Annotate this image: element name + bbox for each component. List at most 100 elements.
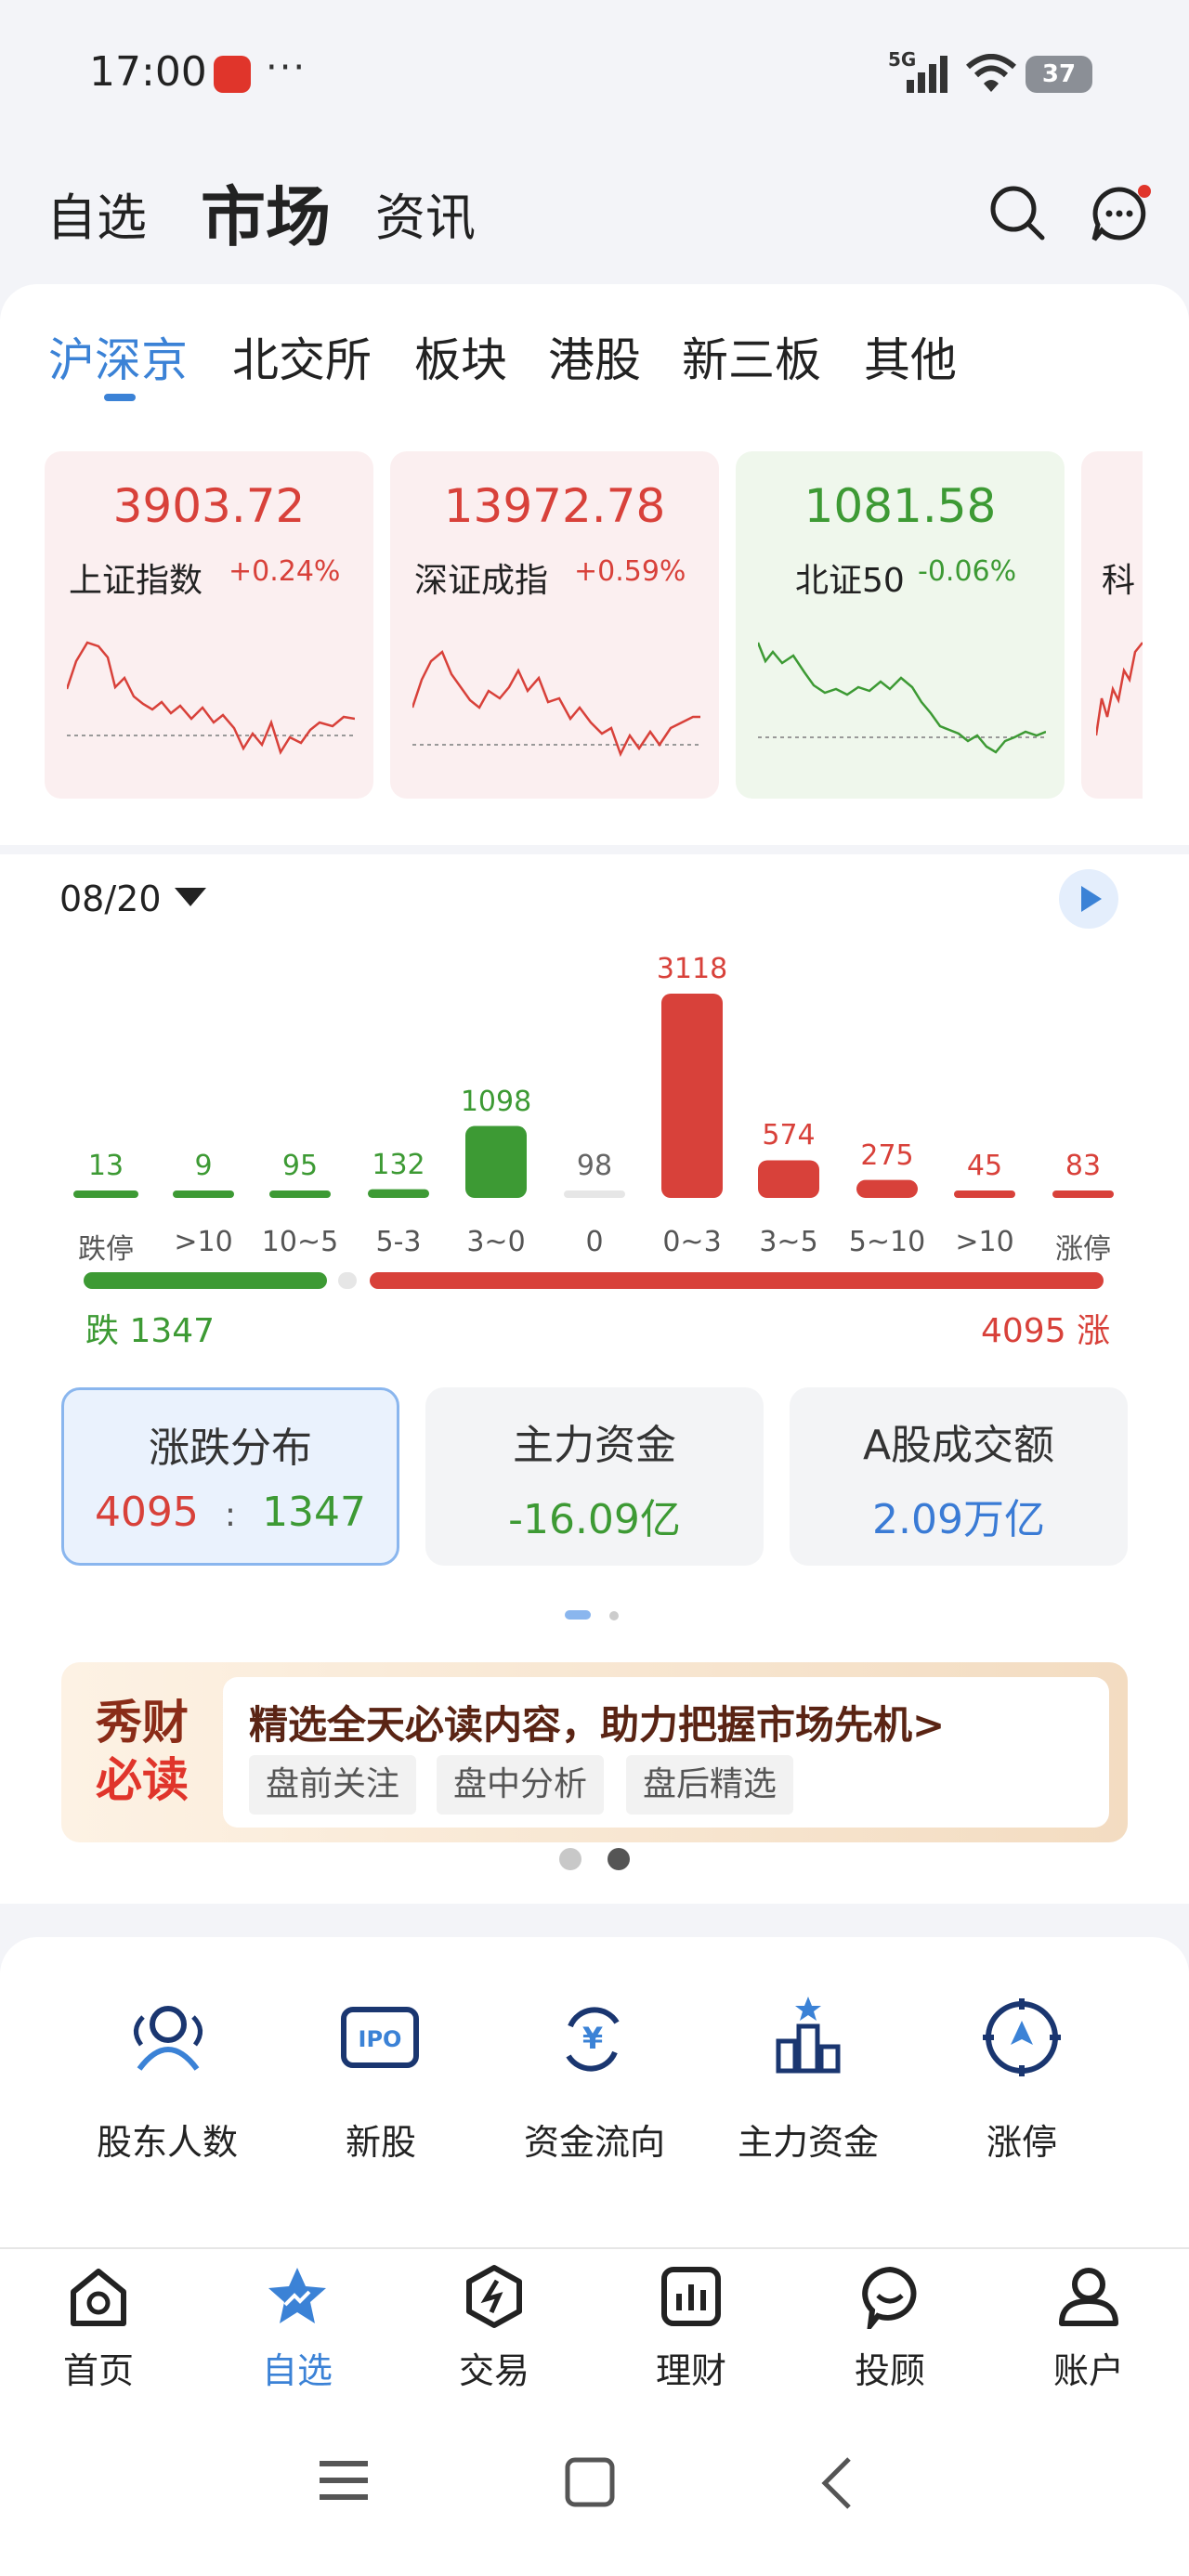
chip-postmarket[interactable]: 盘后精选 xyxy=(626,1755,794,1815)
nav-advisor[interactable]: 投顾 xyxy=(816,2264,964,2393)
bar-category-label: 跌停 xyxy=(78,1233,134,1266)
index-value: 1081.58 xyxy=(804,479,997,533)
wifi-icon xyxy=(966,54,1016,92)
index-card-sz[interactable]: 13972.78 深证成指 +0.59% xyxy=(390,451,719,799)
nav-label: 交易 xyxy=(458,2350,529,2391)
distribution-bar xyxy=(954,1190,1015,1198)
nav-label: 投顾 xyxy=(854,2350,925,2391)
distribution-bar xyxy=(856,1179,918,1198)
index-card-sh[interactable]: 3903.72 上证指数 +0.24% xyxy=(45,451,373,799)
index-change: +0.24% xyxy=(229,555,341,588)
nav-label: 账户 xyxy=(1052,2350,1124,2391)
down-label: 跌 xyxy=(85,1312,120,1350)
distribution-bar xyxy=(465,1125,527,1198)
message-icon[interactable] xyxy=(1087,182,1154,247)
tool-label-ipo[interactable]: 新股 xyxy=(274,2114,488,2165)
down-total: 1347 xyxy=(262,1489,367,1536)
play-icon[interactable] xyxy=(1059,869,1118,929)
nav-watchlist[interactable]: 自选 xyxy=(223,2264,372,2393)
nav-trade[interactable]: 交易 xyxy=(420,2264,568,2393)
chip-premarket[interactable]: 盘前关注 xyxy=(249,1755,417,1815)
distribution-bar xyxy=(269,1190,331,1198)
home-square-icon[interactable] xyxy=(565,2457,615,2507)
index-sparkline xyxy=(758,642,1046,754)
index-card-bj50[interactable]: 1081.58 北证50 -0.06% xyxy=(736,451,1065,799)
pager-dot-active xyxy=(565,1610,591,1620)
distribution-bar xyxy=(758,1160,819,1198)
limit-up-icon[interactable] xyxy=(981,1997,1063,2078)
dropdown-icon[interactable] xyxy=(175,888,206,908)
stat-card-turnover[interactable]: A股成交额 2.09万亿 xyxy=(790,1387,1128,1566)
chip-intraday[interactable]: 盘中分析 xyxy=(437,1755,605,1815)
tab-bse[interactable]: 北交所 xyxy=(232,323,372,390)
tab-neeq[interactable]: 新三板 xyxy=(682,323,821,390)
bar-value-label: 3118 xyxy=(656,953,728,985)
distribution-bar xyxy=(73,1190,138,1198)
tab-market[interactable]: 市场 xyxy=(201,165,331,259)
tool-label-main-funds[interactable]: 主力资金 xyxy=(701,2114,915,2165)
shareholder-count-icon[interactable] xyxy=(126,2002,210,2076)
stat-title: 涨跌分布 xyxy=(149,1425,312,1472)
ipo-icon[interactable]: IPO xyxy=(340,2006,420,2071)
bar-value-label: 1098 xyxy=(460,1085,532,1118)
banner-dot xyxy=(559,1848,581,1870)
promo-banner[interactable]: 秀财 必读 精选全天必读内容，助力把握市场先机> xyxy=(61,1662,1128,1842)
tab-watchlist[interactable]: 自选 xyxy=(46,176,147,250)
ipo-icon-text: IPO xyxy=(359,2026,402,2052)
distribution-bar xyxy=(1052,1190,1114,1198)
tab-other[interactable]: 其他 xyxy=(864,323,957,390)
fund-flow-icon[interactable]: ¥ xyxy=(555,2002,630,2076)
stat-card-main-funds[interactable]: 主力资金 -16.09亿 xyxy=(425,1387,764,1566)
battery-indicator: 37 xyxy=(1026,56,1092,93)
search-icon[interactable] xyxy=(988,184,1048,243)
bar-category-label: 0~3 xyxy=(662,1226,722,1258)
bar-category-label: 10~5 xyxy=(261,1226,339,1258)
menu-icon[interactable] xyxy=(320,2459,368,2502)
bar-category-label: 3~0 xyxy=(466,1226,526,1258)
tab-hk[interactable]: 港股 xyxy=(548,323,641,390)
up-total: 4095 xyxy=(94,1489,199,1536)
index-sparkline xyxy=(1096,642,1143,736)
tab-news[interactable]: 资讯 xyxy=(375,176,476,250)
date-selector[interactable]: 08/20 xyxy=(59,878,162,919)
pager-dot xyxy=(609,1611,619,1620)
tab-sectors[interactable]: 板块 xyxy=(414,323,507,390)
tools-card xyxy=(0,1937,1189,2253)
tab-hushen[interactable]: 沪深京 xyxy=(48,323,188,390)
tool-label-shareholders[interactable]: 股东人数 xyxy=(60,2114,274,2165)
index-name: 科 xyxy=(1102,562,1136,600)
stat-card-distribution[interactable]: 涨跌分布 4095 : 1347 xyxy=(61,1387,399,1566)
bar-category-label: 5-3 xyxy=(375,1226,422,1258)
stat-value: 2.09万亿 xyxy=(872,1496,1045,1543)
nav-home[interactable]: 首页 xyxy=(24,2264,173,2393)
bar-category-label: 5~10 xyxy=(848,1226,926,1258)
bar-value-label: 95 xyxy=(281,1150,319,1182)
distribution-bar xyxy=(368,1189,429,1198)
nav-finance[interactable]: 理财 xyxy=(617,2264,765,2393)
up-breadth-bar xyxy=(370,1272,1104,1289)
nav-label: 理财 xyxy=(655,2350,726,2391)
bar-category-label: >10 xyxy=(174,1226,233,1258)
bar-category-label: >10 xyxy=(955,1226,1014,1258)
bar-value-label: 132 xyxy=(372,1148,425,1181)
finance-icon xyxy=(661,2267,721,2326)
tool-label-fund-flow[interactable]: 资金流向 xyxy=(488,2114,701,2165)
tool-label-limit-up[interactable]: 涨停 xyxy=(915,2114,1129,2165)
index-sparkline xyxy=(412,649,700,758)
down-value: 1347 xyxy=(129,1312,216,1350)
index-sparkline xyxy=(67,641,355,755)
stat-title: A股成交额 xyxy=(862,1422,1055,1469)
star-icon xyxy=(268,2268,326,2323)
nav-account[interactable]: 账户 xyxy=(1014,2264,1163,2393)
account-icon xyxy=(1059,2268,1118,2326)
index-card-star50[interactable]: 科 xyxy=(1081,451,1143,799)
banner-headline: 精选全天必读内容，助力把握市场先机> xyxy=(249,1702,946,1748)
stat-title: 主力资金 xyxy=(513,1422,676,1469)
bar-value-label: 98 xyxy=(576,1150,613,1182)
back-icon[interactable] xyxy=(817,2455,855,2511)
banner-logo-top: 秀财 xyxy=(96,1696,189,1750)
main-funds-icon[interactable] xyxy=(771,1995,845,2076)
bar-value-label: 574 xyxy=(762,1119,816,1152)
active-tab-indicator xyxy=(104,394,136,401)
index-name: 深证成指 xyxy=(414,562,549,600)
